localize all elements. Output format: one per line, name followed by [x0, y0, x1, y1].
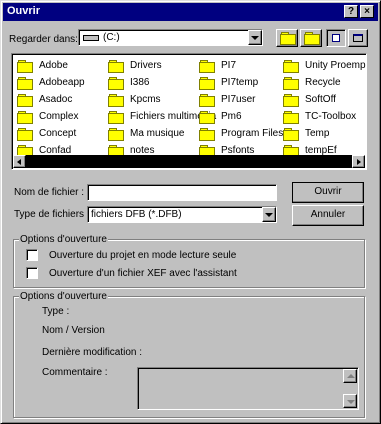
look-in-dropdown[interactable]: (C:): [78, 29, 263, 46]
window-title: Ouvrir: [7, 5, 41, 17]
folder-icon: [199, 76, 215, 90]
list-item[interactable]: Drivers: [108, 57, 162, 74]
folder-icon: [17, 110, 33, 124]
comment-label: Commentaire :: [42, 367, 108, 378]
new-folder-button[interactable]: [300, 29, 322, 47]
folder-icon: [199, 110, 215, 124]
horizontal-scrollbar[interactable]: [13, 155, 365, 168]
title-bar[interactable]: Ouvrir ? ×: [3, 3, 378, 21]
look-in-value: (C:): [103, 32, 120, 43]
list-item[interactable]: Concept: [17, 125, 76, 142]
folder-icon: [283, 59, 299, 73]
folder-icon: [283, 93, 299, 107]
list-view-icon: [332, 34, 340, 42]
xef-checkbox[interactable]: [26, 267, 38, 279]
scroll-left-button[interactable]: [13, 155, 26, 168]
open-options-group: [13, 239, 365, 288]
list-item[interactable]: Pm6: [199, 108, 242, 125]
folder-icon: [108, 110, 124, 124]
folder-icon: [17, 127, 33, 141]
list-item[interactable]: PI7temp: [199, 74, 258, 91]
folder-icon: [108, 59, 124, 73]
scrollbar-thumb[interactable]: [26, 155, 352, 168]
folder-icon: [108, 93, 124, 107]
look-in-label: Regarder dans:: [9, 34, 78, 45]
look-in-dropdown-button[interactable]: [248, 30, 262, 45]
details-view-button[interactable]: [348, 29, 368, 47]
name-version-label: Nom / Version: [42, 325, 105, 336]
filetype-dropdown-button[interactable]: [262, 207, 276, 222]
drive-icon: [83, 35, 99, 41]
filetype-value: fichiers DFB (*.DFB): [91, 209, 182, 220]
list-item[interactable]: Program Files: [199, 125, 283, 142]
filetype-select[interactable]: fichiers DFB (*.DFB): [87, 206, 277, 223]
list-item[interactable]: Unity Proemp: [283, 57, 366, 74]
folder-icon: [283, 110, 299, 124]
details-view-icon: [353, 34, 363, 42]
list-item[interactable]: PI7user: [199, 91, 255, 108]
folder-icon: [283, 127, 299, 141]
chevron-right-icon: [357, 159, 361, 165]
list-item[interactable]: Asadoc: [17, 91, 72, 108]
up-folder-icon: [280, 32, 296, 45]
filetype-label: Type de fichiers: [14, 209, 85, 220]
folder-icon: [108, 127, 124, 141]
list-item[interactable]: I386: [108, 74, 149, 91]
list-item[interactable]: TC-Toolbox: [283, 108, 356, 125]
chevron-down-icon: [265, 213, 273, 217]
new-folder-icon: [304, 32, 320, 45]
folder-icon: [17, 76, 33, 90]
file-info-legend: Options d'ouverture: [19, 291, 108, 302]
open-button[interactable]: Ouvrir: [292, 182, 364, 203]
list-item[interactable]: Adobe: [17, 57, 68, 74]
file-list[interactable]: Adobe Adobeapp Asadoc Complex Concept Co…: [11, 53, 367, 170]
list-item[interactable]: SoftOff: [283, 91, 336, 108]
last-modified-label: Dernière modification :: [42, 347, 143, 358]
list-item[interactable]: Adobeapp: [17, 74, 85, 91]
cancel-button[interactable]: Annuler: [292, 205, 364, 226]
list-item[interactable]: PI7: [199, 57, 236, 74]
list-item[interactable]: Kpcms: [108, 91, 161, 108]
up-one-level-button[interactable]: [276, 29, 298, 47]
scroll-down-button[interactable]: [343, 394, 357, 408]
list-item[interactable]: Ma musique: [108, 125, 184, 142]
vertical-scrollbar[interactable]: [343, 369, 357, 408]
close-button[interactable]: ×: [360, 5, 374, 18]
comment-textarea[interactable]: [137, 367, 359, 410]
readonly-label: Ouverture du projet en mode lecture seul…: [49, 250, 237, 261]
type-label: Type :: [42, 306, 70, 317]
open-options-legend: Options d'ouverture: [19, 234, 108, 245]
filename-label: Nom de fichier :: [14, 187, 85, 198]
xef-label: Ouverture d'un fichier XEF avec l'assist…: [49, 268, 237, 279]
chevron-down-icon: [251, 36, 259, 40]
filename-input[interactable]: [87, 184, 277, 201]
folder-icon: [108, 76, 124, 90]
folder-icon: [199, 127, 215, 141]
chevron-up-icon: [347, 374, 355, 378]
help-button[interactable]: ?: [344, 5, 358, 18]
readonly-checkbox[interactable]: [26, 249, 38, 261]
folder-icon: [17, 93, 33, 107]
list-item[interactable]: Temp: [283, 125, 329, 142]
list-view-button[interactable]: [326, 29, 346, 47]
list-item[interactable]: Recycle: [283, 74, 341, 91]
list-item[interactable]: Complex: [17, 108, 78, 125]
chevron-down-icon: [347, 400, 355, 404]
scroll-right-button[interactable]: [352, 155, 365, 168]
folder-icon: [17, 59, 33, 73]
chevron-left-icon: [17, 159, 21, 165]
folder-icon: [199, 93, 215, 107]
folder-icon: [199, 59, 215, 73]
scroll-up-button[interactable]: [343, 369, 357, 383]
folder-icon: [283, 76, 299, 90]
open-dialog: Ouvrir ? × Regarder dans: (C:) Adobe Ado…: [0, 0, 381, 424]
